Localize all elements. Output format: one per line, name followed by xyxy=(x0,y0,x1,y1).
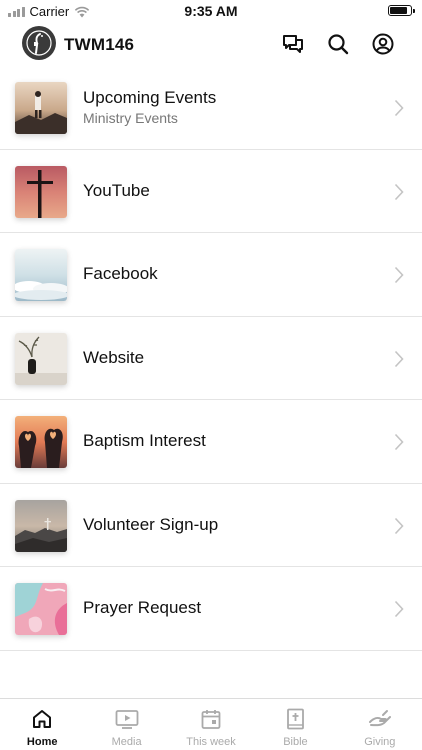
chevron-right-icon xyxy=(394,600,404,618)
menu-item-title: Upcoming Events xyxy=(83,88,217,108)
person-on-rocks-photo xyxy=(15,82,67,134)
cross-sunset-photo xyxy=(15,165,67,218)
menu-item-website[interactable]: Website xyxy=(0,317,422,400)
battery-level xyxy=(390,7,408,14)
menu-item-title: Facebook xyxy=(83,264,158,284)
menu-item-upcoming-events[interactable]: Upcoming Events Ministry Events xyxy=(0,66,422,150)
calendar-icon xyxy=(198,707,224,731)
clouds-sky-photo xyxy=(15,249,67,301)
profile-icon[interactable] xyxy=(370,31,396,57)
tab-label: Giving xyxy=(364,736,396,748)
tab-bible[interactable]: Bible xyxy=(253,699,337,750)
chevron-right-icon xyxy=(394,99,404,117)
logo-icon xyxy=(26,30,52,56)
menu-item-title: Baptism Interest xyxy=(83,431,206,451)
tab-giving[interactable]: Giving xyxy=(338,699,422,750)
church-logo[interactable] xyxy=(22,26,56,60)
tab-label: This week xyxy=(186,736,236,748)
battery-icon xyxy=(388,5,415,16)
menu-item-title: Website xyxy=(83,347,145,367)
tab-label: Bible xyxy=(283,736,308,748)
menu-item-title: Volunteer Sign-up xyxy=(83,514,219,534)
tab-this-week[interactable]: This week xyxy=(169,699,253,750)
play-screen-icon xyxy=(114,707,140,731)
app-header: TWM146 xyxy=(0,22,422,66)
tab-media[interactable]: Media xyxy=(84,699,168,750)
menu-item-prayer-request[interactable]: Prayer Request xyxy=(0,567,422,651)
hilltop-cross-photo xyxy=(15,499,67,552)
giving-hand-icon xyxy=(367,707,393,731)
menu-item-title: YouTube xyxy=(83,180,150,200)
bible-icon xyxy=(282,707,308,731)
menu-item-baptism-interest[interactable]: Baptism Interest xyxy=(0,400,422,484)
tab-label: Home xyxy=(26,736,58,748)
tab-bar: Home Media This week Bible Giving xyxy=(0,698,422,750)
menu-item-title: Prayer Request xyxy=(83,598,202,618)
chevron-right-icon xyxy=(394,433,404,451)
menu-item-volunteer-sign-up[interactable]: Volunteer Sign-up xyxy=(0,484,422,567)
vase-plant-photo xyxy=(15,332,67,385)
heart-hands-sunset-photo xyxy=(15,416,67,468)
chevron-right-icon xyxy=(394,266,404,284)
status-time: 9:35 AM xyxy=(184,3,238,19)
pastel-paint-photo xyxy=(15,583,67,635)
tab-label: Media xyxy=(111,736,142,748)
chevron-right-icon xyxy=(394,183,404,200)
chevron-right-icon xyxy=(394,517,404,534)
menu-item-youtube[interactable]: YouTube xyxy=(0,150,422,233)
menu-list: Upcoming Events Ministry Events YouTube xyxy=(0,66,422,651)
home-icon xyxy=(29,707,55,731)
menu-item-subtitle: Ministry Events xyxy=(83,110,178,127)
chat-bubbles-icon[interactable] xyxy=(280,31,306,57)
status-bar: Carrier 9:35 AM xyxy=(0,0,422,22)
tab-home[interactable]: Home xyxy=(0,699,84,750)
app-title: TWM146 xyxy=(64,35,135,54)
search-icon[interactable] xyxy=(325,31,351,57)
chevron-right-icon xyxy=(394,350,404,367)
menu-item-facebook[interactable]: Facebook xyxy=(0,233,422,317)
